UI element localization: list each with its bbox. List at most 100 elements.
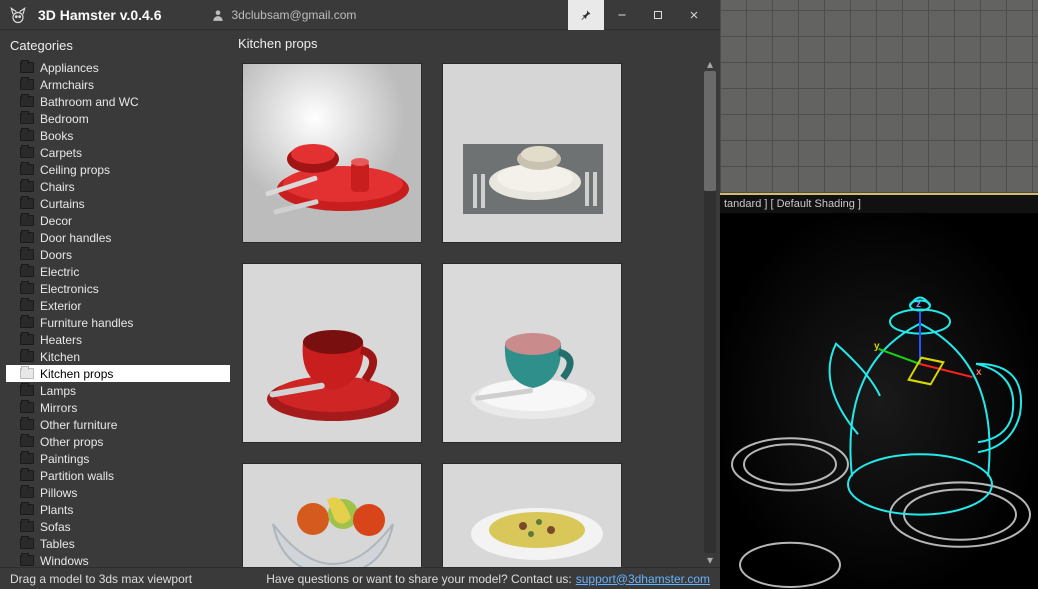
folder-icon bbox=[20, 215, 34, 226]
maximize-button[interactable] bbox=[640, 0, 676, 30]
category-label: Tables bbox=[40, 537, 75, 551]
transform-gizmo[interactable]: z y x bbox=[920, 363, 921, 364]
category-label: Door handles bbox=[40, 231, 111, 245]
host-perspective-viewport[interactable]: z y x bbox=[720, 213, 1038, 589]
folder-icon bbox=[20, 521, 34, 532]
folder-icon bbox=[20, 164, 34, 175]
categories-heading: Categories bbox=[6, 36, 230, 59]
folder-icon bbox=[20, 283, 34, 294]
model-thumbnail[interactable] bbox=[442, 463, 622, 567]
category-label: Heaters bbox=[40, 333, 82, 347]
category-item[interactable]: Furniture handles bbox=[6, 314, 230, 331]
category-item[interactable]: Exterior bbox=[6, 297, 230, 314]
category-item[interactable]: Door handles bbox=[6, 229, 230, 246]
folder-icon bbox=[20, 317, 34, 328]
status-bar: Drag a model to 3ds max viewport Have qu… bbox=[0, 567, 720, 589]
category-label: Furniture handles bbox=[40, 316, 133, 330]
model-thumbnail[interactable] bbox=[242, 263, 422, 443]
category-item[interactable]: Other furniture bbox=[6, 416, 230, 433]
category-item[interactable]: Kitchen bbox=[6, 348, 230, 365]
category-item[interactable]: Electric bbox=[6, 263, 230, 280]
folder-icon bbox=[20, 147, 34, 158]
folder-icon bbox=[20, 555, 34, 566]
category-item[interactable]: Heaters bbox=[6, 331, 230, 348]
category-item[interactable]: Chairs bbox=[6, 178, 230, 195]
folder-icon bbox=[20, 487, 34, 498]
model-thumbnail[interactable] bbox=[442, 263, 622, 443]
category-item[interactable]: Carpets bbox=[6, 144, 230, 161]
axis-label-z: z bbox=[916, 299, 921, 310]
category-item[interactable]: Decor bbox=[6, 212, 230, 229]
folder-icon bbox=[20, 402, 34, 413]
category-item[interactable]: Bathroom and WC bbox=[6, 93, 230, 110]
category-label: Armchairs bbox=[40, 78, 94, 92]
status-contact-text: Have questions or want to share your mod… bbox=[266, 572, 572, 586]
category-item[interactable]: Armchairs bbox=[6, 76, 230, 93]
axis-label-x: x bbox=[976, 367, 982, 378]
category-item[interactable]: Pillows bbox=[6, 484, 230, 501]
folder-icon bbox=[20, 249, 34, 260]
folder-icon bbox=[20, 232, 34, 243]
host-grid-viewport[interactable] bbox=[720, 0, 1038, 195]
main-panel: Kitchen props bbox=[230, 30, 720, 567]
category-item[interactable]: Paintings bbox=[6, 450, 230, 467]
category-item[interactable]: Electronics bbox=[6, 280, 230, 297]
title-bar: 3D Hamster v.0.4.6 3dclubsam@gmail.com bbox=[0, 0, 720, 30]
category-label: Mirrors bbox=[40, 401, 77, 415]
category-item[interactable]: Bedroom bbox=[6, 110, 230, 127]
window-controls bbox=[568, 0, 712, 30]
support-link[interactable]: support@3dhamster.com bbox=[576, 572, 710, 586]
category-label: Ceiling props bbox=[40, 163, 110, 177]
grid-scrollbar[interactable]: ▴ ▾ bbox=[702, 57, 718, 567]
category-item[interactable]: Doors bbox=[6, 246, 230, 263]
category-label: Sofas bbox=[40, 520, 71, 534]
folder-icon bbox=[20, 79, 34, 90]
category-label: Doors bbox=[40, 248, 72, 262]
category-item[interactable]: Appliances bbox=[6, 59, 230, 76]
app-logo-icon bbox=[8, 5, 28, 25]
category-item[interactable]: Books bbox=[6, 127, 230, 144]
model-thumbnail[interactable] bbox=[442, 63, 622, 243]
category-item[interactable]: Plants bbox=[6, 501, 230, 518]
host-viewport-area: tandard ] [ Default Shading ] bbox=[720, 0, 1038, 589]
model-thumbnail[interactable] bbox=[242, 63, 422, 243]
category-label: Electronics bbox=[40, 282, 99, 296]
category-label: Kitchen bbox=[40, 350, 80, 364]
folder-icon bbox=[20, 470, 34, 481]
close-button[interactable] bbox=[676, 0, 712, 30]
category-item[interactable]: Ceiling props bbox=[6, 161, 230, 178]
viewport-shading-label[interactable]: tandard ] [ Default Shading ] bbox=[720, 195, 1038, 213]
category-item[interactable]: Kitchen props bbox=[6, 365, 230, 382]
category-item[interactable]: Tables bbox=[6, 535, 230, 552]
pin-button[interactable] bbox=[568, 0, 604, 30]
categories-list[interactable]: Appliances ArmchairsBathroom and WCBedroo… bbox=[6, 59, 230, 567]
category-item[interactable]: Mirrors bbox=[6, 399, 230, 416]
category-label: Books bbox=[40, 129, 73, 143]
thumbnail-grid bbox=[230, 57, 702, 567]
scroll-down-icon[interactable]: ▾ bbox=[702, 553, 718, 567]
app-title: 3D Hamster v.0.4.6 bbox=[38, 7, 161, 23]
folder-icon bbox=[20, 538, 34, 549]
app-window: 3D Hamster v.0.4.6 3dclubsam@gmail.com bbox=[0, 0, 720, 589]
category-item[interactable]: Other props bbox=[6, 433, 230, 450]
category-item[interactable]: Lamps bbox=[6, 382, 230, 399]
category-label: Carpets bbox=[40, 146, 82, 160]
folder-icon bbox=[20, 385, 34, 396]
model-thumbnail[interactable] bbox=[242, 463, 422, 567]
category-item[interactable]: Curtains bbox=[6, 195, 230, 212]
category-item[interactable]: Sofas bbox=[6, 518, 230, 535]
folder-icon bbox=[20, 504, 34, 515]
category-label: Other props bbox=[40, 435, 103, 449]
user-email: 3dclubsam@gmail.com bbox=[231, 8, 356, 22]
scroll-up-icon[interactable]: ▴ bbox=[702, 57, 718, 71]
folder-icon bbox=[20, 113, 34, 124]
categories-sidebar: Categories Appliances ArmchairsBathroom a… bbox=[0, 30, 230, 567]
category-item[interactable]: Partition walls bbox=[6, 467, 230, 484]
minimize-button[interactable] bbox=[604, 0, 640, 30]
category-item[interactable]: Windows bbox=[6, 552, 230, 567]
category-label: Appliances bbox=[40, 61, 99, 75]
user-account[interactable]: 3dclubsam@gmail.com bbox=[211, 8, 356, 22]
category-label: Lamps bbox=[40, 384, 76, 398]
folder-icon bbox=[20, 334, 34, 345]
scroll-thumb[interactable] bbox=[704, 71, 716, 191]
